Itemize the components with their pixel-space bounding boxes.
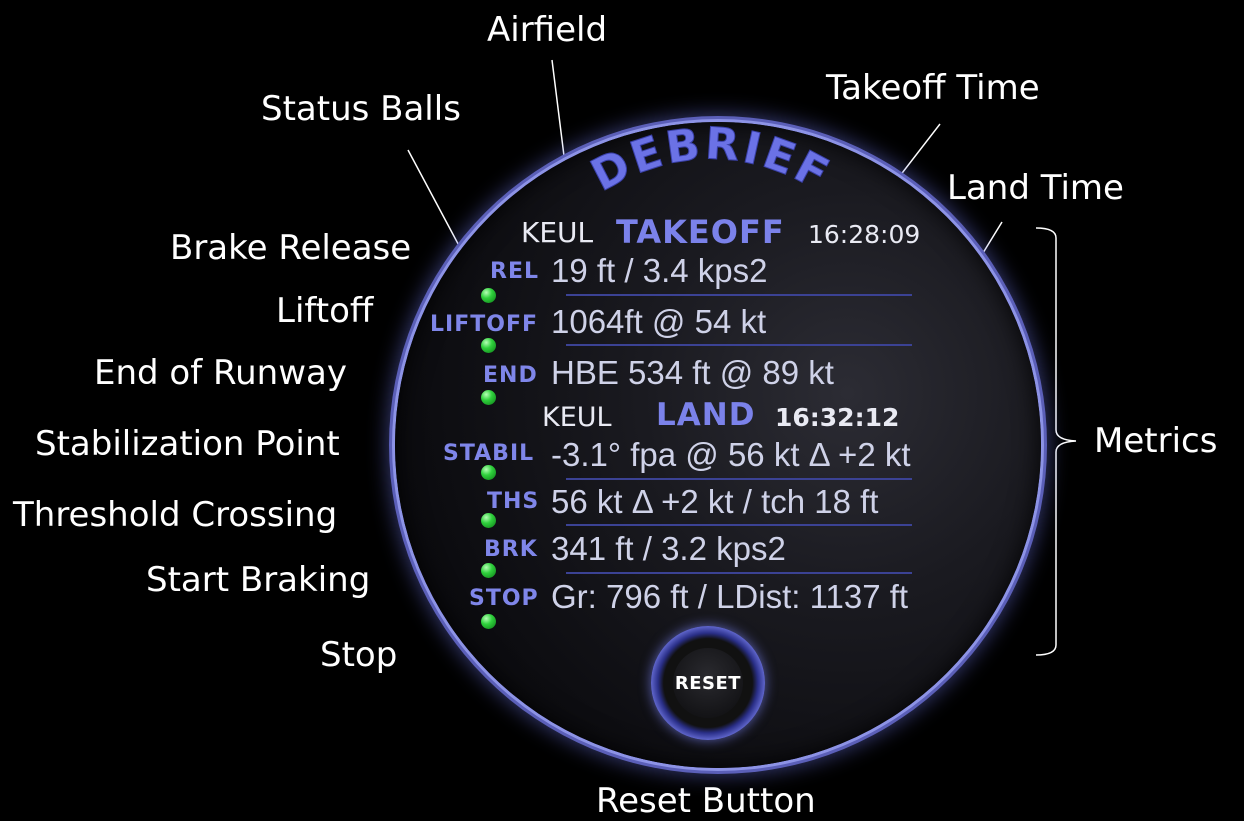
annotation-stop: Stop (320, 635, 398, 675)
row-separator (566, 572, 912, 574)
annotation-end-of-runway: End of Runway (94, 353, 347, 393)
row-separator (566, 478, 912, 480)
debrief-title: DEBRIEF (583, 118, 839, 202)
annotation-liftoff: Liftoff (276, 291, 374, 331)
annotation-start-braking: Start Braking (146, 560, 371, 600)
row-label-stabil: STABIL (443, 441, 535, 466)
row-value-liftoff: 1064ft @ 54 kt (551, 303, 767, 340)
svg-text:DEBRIEF: DEBRIEF (583, 118, 839, 201)
row-value-rel: 19 ft / 3.4 kps2 (551, 252, 768, 289)
status-ball-liftoff (481, 338, 496, 353)
annotation-brake-release: Brake Release (170, 228, 412, 268)
row-value-stabil: -3.1° fpa @ 56 kt Δ +2 kt (551, 436, 911, 473)
reset-button-face[interactable]: RESET (673, 648, 743, 718)
row-value-stop: Gr: 796 ft / LDist: 1137 ft (551, 578, 909, 615)
annotation-status-balls: Status Balls (261, 89, 461, 129)
row-value-end: HBE 534 ft @ 89 kt (551, 354, 834, 391)
annotation-takeoff-time: Takeoff Time (826, 68, 1040, 108)
status-ball-stop (481, 614, 496, 629)
reset-button[interactable]: RESET (651, 626, 765, 740)
land-label: LAND (656, 397, 756, 433)
row-label-ths: THS (487, 489, 540, 514)
land-airfield: KEUL (542, 402, 612, 433)
takeoff-label: TAKEOFF (616, 213, 785, 251)
row-label-liftoff: LIFTOFF (430, 312, 538, 337)
annotation-threshold-crossing: Threshold Crossing (13, 495, 338, 535)
annotation-metrics: Metrics (1094, 421, 1218, 461)
status-ball-brk (481, 563, 496, 578)
row-label-stop: STOP (469, 586, 539, 611)
row-label-end: END (483, 363, 538, 388)
annotation-reset-button: Reset Button (596, 781, 816, 821)
row-label-rel: REL (490, 259, 539, 284)
annotation-stabilization-point: Stabilization Point (35, 424, 340, 464)
status-ball-rel (481, 288, 496, 303)
row-separator (566, 344, 912, 346)
reset-button-label: RESET (674, 672, 742, 694)
row-separator (566, 524, 912, 526)
land-time: 16:32:12 (775, 403, 900, 432)
status-ball-ths (481, 513, 496, 528)
annotation-land-time: Land Time (947, 168, 1124, 208)
row-separator (566, 294, 912, 296)
takeoff-airfield: KEUL (521, 216, 594, 249)
annotation-airfield: Airfield (487, 10, 608, 50)
takeoff-time: 16:28:09 (808, 220, 921, 249)
status-ball-stabil (481, 465, 496, 480)
status-ball-end (481, 390, 496, 405)
row-value-ths: 56 kt Δ +2 kt / tch 18 ft (551, 483, 879, 520)
debrief-title-text: DEBRIEF (583, 118, 837, 202)
row-label-brk: BRK (484, 537, 538, 562)
row-value-brk: 341 ft / 3.2 kps2 (551, 530, 786, 567)
